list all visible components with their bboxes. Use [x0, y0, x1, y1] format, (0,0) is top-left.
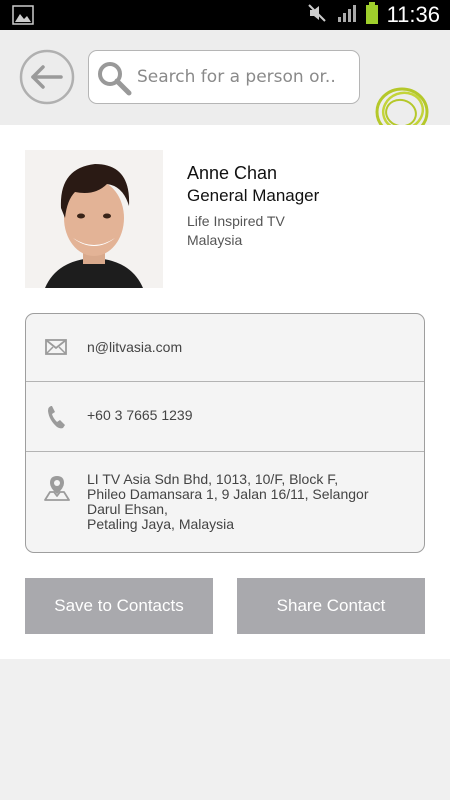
- battery-icon: [365, 2, 379, 28]
- contact-name: Anne Chan: [187, 163, 278, 183]
- email-value: n@litvasia.com: [87, 339, 183, 355]
- search-input[interactable]: [137, 63, 352, 91]
- phone-row[interactable]: +60 3 7665 1239: [26, 382, 424, 452]
- save-to-contacts-button[interactable]: Save to Contacts: [25, 578, 213, 634]
- contact-title: General Manager: [187, 186, 320, 205]
- phone-value: +60 3 7665 1239: [87, 407, 193, 423]
- contact-details: n@litvasia.com +60 3 7665 1239 LI TV Asi…: [25, 313, 425, 553]
- address-line: Phileo Damansara 1, 9 Jalan 16/11, Selan…: [87, 486, 369, 502]
- email-row[interactable]: n@litvasia.com: [26, 314, 424, 382]
- address-value: LI TV Asia Sdn Bhd, 1013, 10/F, Block F,…: [87, 472, 407, 532]
- back-button[interactable]: [19, 49, 75, 105]
- contact-company: Life Inspired TV: [187, 213, 285, 229]
- clock: 11:36: [386, 2, 440, 27]
- search-box[interactable]: [88, 50, 360, 104]
- address-line: Petaling Jaya, Malaysia: [87, 516, 235, 532]
- status-bar: 11:36: [0, 0, 450, 30]
- image-icon: [12, 5, 34, 29]
- share-contact-button[interactable]: Share Contact: [237, 578, 425, 634]
- address-line: Darul Ehsan,: [87, 501, 168, 517]
- address-line: LI TV Asia Sdn Bhd, 1013, 10/F, Block F,: [87, 471, 339, 487]
- map-pin-icon: [44, 474, 70, 506]
- profile-photo: [25, 150, 163, 288]
- contact-card: Anne Chan General Manager Life Inspired …: [0, 125, 450, 659]
- contact-country: Malaysia: [187, 232, 243, 248]
- back-arrow-icon: [19, 49, 75, 105]
- address-row[interactable]: LI TV Asia Sdn Bhd, 1013, 10/F, Block F,…: [26, 452, 424, 552]
- signal-icon: [337, 3, 357, 27]
- header-bar: [0, 30, 450, 137]
- phone-icon: [46, 404, 68, 434]
- search-icon: [95, 59, 135, 103]
- email-icon: [44, 336, 68, 362]
- mute-icon: [307, 3, 329, 27]
